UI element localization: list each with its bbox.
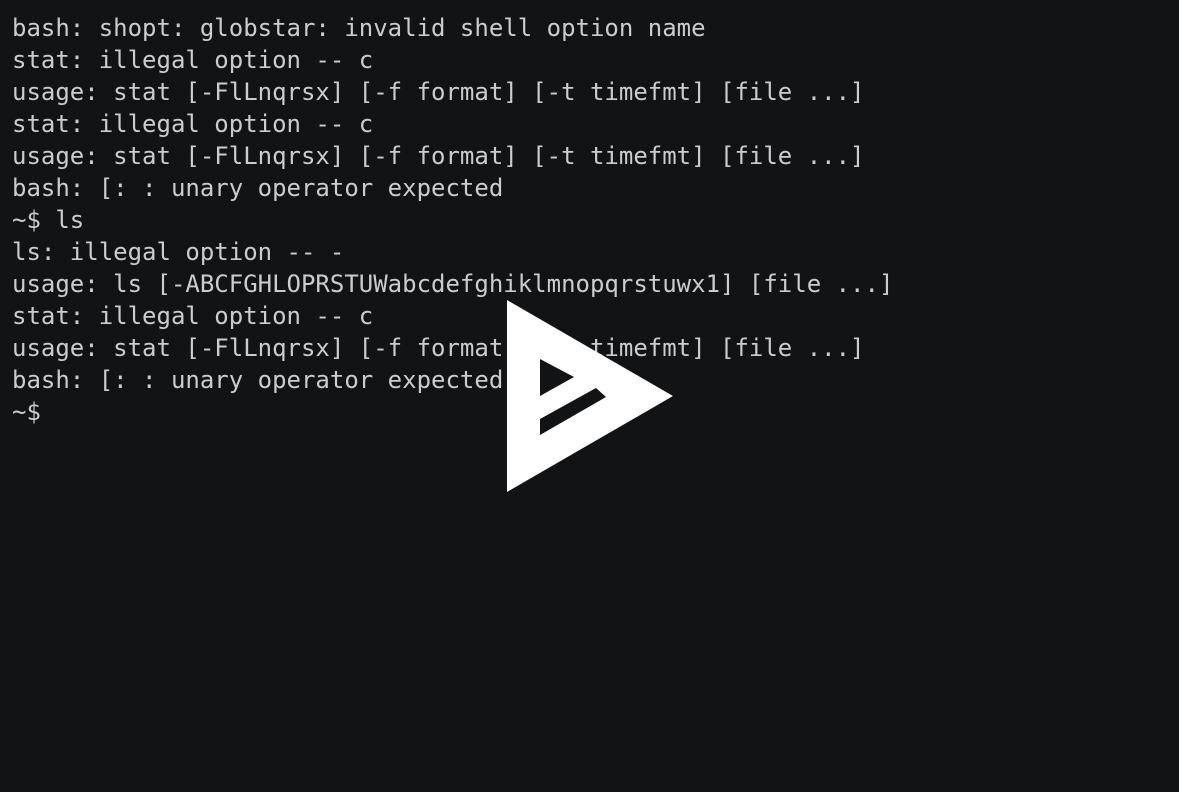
terminal-line: stat: illegal option -- c bbox=[12, 110, 374, 138]
terminal-line: ~$ ls bbox=[12, 206, 85, 234]
terminal-line: bash: [: : unary operator expected bbox=[12, 174, 504, 202]
terminal-line: usage: ls [-ABCFGHLOPRSTUWabcdefghiklmno… bbox=[12, 270, 894, 298]
terminal-line: usage: stat [-FlLnqrsx] [-f format] [-t … bbox=[12, 142, 865, 170]
play-button[interactable] bbox=[506, 299, 674, 493]
terminal-line: stat: illegal option -- c bbox=[12, 46, 374, 74]
terminal-line: ls: illegal option -- - bbox=[12, 238, 345, 266]
asciinema-play-icon bbox=[507, 300, 673, 492]
terminal-line: usage: stat [-FlLnqrsx] [-f format] [-t … bbox=[12, 78, 865, 106]
terminal-line: bash: shopt: globstar: invalid shell opt… bbox=[12, 14, 706, 42]
